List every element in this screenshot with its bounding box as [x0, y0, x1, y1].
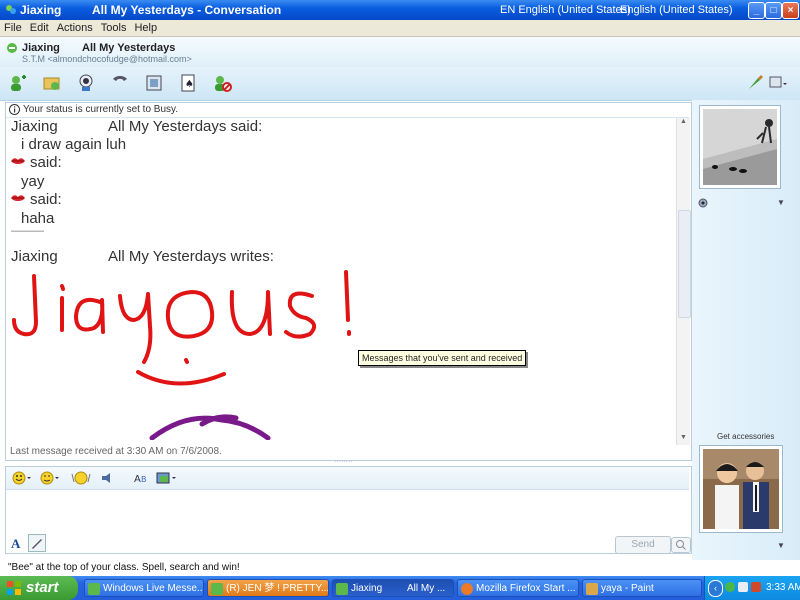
block-icon[interactable]: [212, 73, 232, 93]
my-display-picture[interactable]: [700, 446, 782, 532]
lips-emoticon-icon: [10, 156, 26, 169]
contact-personal-message: All My Yesterdays: [82, 42, 176, 54]
get-accessories-link[interactable]: Get accessories: [717, 432, 774, 441]
ink-mode-icon[interactable]: [28, 534, 46, 552]
message-text: yay: [21, 173, 45, 190]
tip-text[interactable]: "Bee" at the top of your class. Spell, s…: [8, 562, 240, 573]
menu-edit[interactable]: Edit: [26, 20, 53, 34]
sender-name: Jiaxing: [11, 118, 58, 135]
games-icon[interactable]: ♠: [178, 73, 198, 93]
busy-status-icon: [6, 42, 18, 57]
search-icon[interactable]: [671, 537, 691, 553]
lips-emoticon-icon: [10, 193, 26, 206]
window-app-name: Jiaxing: [20, 3, 62, 17]
my-picture-dropdown-icon[interactable]: ▼: [777, 541, 785, 550]
activities-icon[interactable]: [144, 73, 164, 93]
svg-text:B: B: [141, 475, 147, 484]
security-tray-icon[interactable]: [751, 582, 761, 592]
title-bar[interactable]: Jiaxing All My Yesterdays - Conversation…: [0, 0, 800, 20]
picture-options-dropdown-icon[interactable]: ▼: [777, 198, 785, 207]
taskbar-item-paint[interactable]: yaya - Paint: [582, 579, 702, 597]
scroll-up-arrow-icon[interactable]: ▲: [678, 118, 689, 128]
menu-help[interactable]: Help: [130, 20, 161, 34]
start-button[interactable]: start: [0, 576, 78, 600]
language-indicator[interactable]: EN English (United States): [500, 4, 631, 16]
paint-icon: [586, 583, 598, 595]
info-icon: [9, 104, 20, 118]
menu-bar: File Edit Actions Tools Help: [0, 20, 800, 37]
system-tray: ‹ 3:33 AM: [704, 576, 800, 600]
window-app-icon: [4, 3, 18, 20]
call-icon[interactable]: [110, 73, 130, 93]
compose-toolbar: AB: [6, 467, 689, 490]
messenger-tray-icon[interactable]: [725, 582, 735, 592]
menu-file[interactable]: File: [0, 20, 26, 34]
tray-arrow-icon[interactable]: ‹: [708, 580, 723, 597]
status-text: Your status is currently set to Busy.: [23, 104, 179, 115]
wink-icon[interactable]: [40, 471, 60, 488]
send-button[interactable]: Send: [615, 536, 671, 554]
messenger-icon: [211, 583, 223, 595]
splitter-handle[interactable]: ········: [334, 458, 364, 465]
voice-clip-icon[interactable]: [100, 471, 116, 488]
tooltip: Messages that you've sent and received: [358, 350, 527, 366]
start-label: start: [26, 579, 59, 596]
clock[interactable]: 3:33 AM: [766, 582, 800, 593]
webcam-icon[interactable]: [698, 198, 708, 211]
sender-said: said:: [30, 191, 62, 208]
svg-text:A: A: [134, 474, 141, 485]
menu-tools[interactable]: Tools: [97, 20, 131, 34]
scrollbar-thumb[interactable]: [678, 210, 691, 318]
contact-display-picture[interactable]: [700, 106, 780, 188]
network-tray-icon[interactable]: [738, 582, 748, 592]
display-picture-panel: ▼ Get accessories ▼: [692, 100, 800, 560]
paint-brush-icon[interactable]: [745, 73, 765, 93]
sender-said: All My Yesterdays said:: [108, 118, 263, 135]
video-call-icon[interactable]: [76, 73, 96, 93]
status-notice: Your status is currently set to Busy.: [6, 103, 689, 118]
message-text: i draw again luh: [21, 136, 127, 153]
svg-text:♠: ♠: [185, 79, 194, 90]
handwriting-ink-drawing: [12, 270, 351, 440]
share-files-icon[interactable]: [42, 73, 62, 93]
close-button[interactable]: ×: [782, 2, 799, 19]
font-icon[interactable]: AB: [134, 471, 152, 488]
firefox-icon: [461, 583, 473, 595]
tip-bar[interactable]: "Bee" at the top of your class. Spell, s…: [0, 560, 800, 576]
last-message-info: Last message received at 3:30 AM on 7/6/…: [10, 446, 222, 457]
conversation-scrollbar[interactable]: ▲ ▼: [676, 118, 691, 445]
taskbar-item-windows-live-messenger[interactable]: Windows Live Messe...: [84, 579, 204, 597]
messenger-icon: [336, 583, 348, 595]
messenger-icon: [88, 583, 100, 595]
contact-header: Jiaxing All My Yesterdays S.T.M <almondc…: [0, 37, 800, 67]
taskbar-item-jen-conversation[interactable]: (R) JEN 梦 ! PRETTY...: [207, 579, 329, 597]
display-options-icon[interactable]: [768, 73, 788, 93]
handwriting-mode-icon[interactable]: A: [11, 536, 20, 552]
taskbar-item-jiaxing-conversation[interactable]: Jiaxing All My ...: [332, 579, 454, 597]
language-indicator-secondary[interactable]: English (United States): [620, 4, 733, 16]
nudge-icon[interactable]: [70, 471, 92, 488]
maximize-button[interactable]: □: [765, 2, 782, 19]
ink-divider: ———: [11, 225, 44, 237]
toolbar: ♠: [0, 67, 800, 101]
scroll-down-arrow-icon[interactable]: ▼: [678, 434, 689, 444]
contact-name: Jiaxing: [22, 42, 60, 54]
emoticon-icon[interactable]: [12, 471, 32, 488]
menu-actions[interactable]: Actions: [53, 20, 97, 34]
windows-logo-icon: [6, 580, 22, 600]
invite-icon[interactable]: [8, 73, 28, 93]
background-icon[interactable]: [156, 471, 178, 488]
window-title: All My Yesterdays - Conversation: [92, 3, 282, 17]
minimize-button[interactable]: _: [748, 2, 765, 19]
contact-email: S.T.M <almondchocofudge@hotmail.com>: [22, 54, 192, 64]
sender-said: said:: [30, 154, 62, 171]
taskbar-item-firefox[interactable]: Mozilla Firefox Start ...: [457, 579, 579, 597]
